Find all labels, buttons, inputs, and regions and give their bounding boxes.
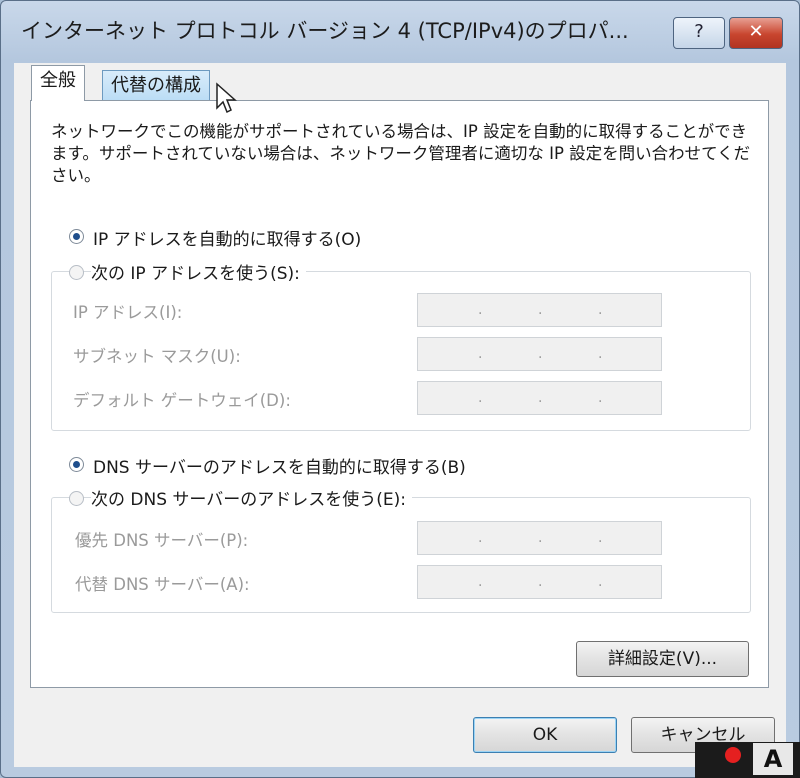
general-tab-panel: ネットワークでこの機能がサポートされている場合は、IP 設定を自動的に取得するこ… <box>30 100 769 688</box>
description-text: ネットワークでこの機能がサポートされている場合は、IP 設定を自動的に取得するこ… <box>51 122 751 185</box>
ip-address-field[interactable]: ... <box>417 293 662 327</box>
close-button[interactable]: ✕ <box>729 17 783 49</box>
ip-manual-label[interactable]: 次の IP アドレスを使う(S): <box>91 259 306 284</box>
tab-general[interactable]: 全般 <box>31 65 85 101</box>
alternate-dns-field[interactable]: ... <box>417 565 662 599</box>
preferred-dns-field[interactable]: ... <box>417 521 662 555</box>
properties-dialog: インターネット プロトコル バージョン 4 (TCP/IPv4)のプロパ... … <box>0 0 800 778</box>
mouse-cursor-icon <box>216 82 237 114</box>
subnet-mask-field[interactable]: ... <box>417 337 662 371</box>
tab-alternate-configuration[interactable]: 代替の構成 <box>102 70 210 102</box>
title-bar[interactable]: インターネット プロトコル バージョン 4 (TCP/IPv4)のプロパ... … <box>1 1 799 63</box>
ip-manual-radio[interactable] <box>69 265 84 280</box>
alternate-dns-label: 代替 DNS サーバー(A): <box>75 575 250 594</box>
default-gateway-label: デフォルト ゲートウェイ(D): <box>73 391 291 410</box>
advanced-button[interactable]: 詳細設定(V)... <box>576 641 749 677</box>
system-tray: A <box>695 742 800 778</box>
dialog-client-area: 全般 代替の構成 ネットワークでこの機能がサポートされている場合は、IP 設定を… <box>14 63 786 767</box>
input-method-icon[interactable]: A <box>753 743 793 775</box>
ok-button[interactable]: OK <box>473 717 617 753</box>
close-icon: ✕ <box>748 21 764 42</box>
subnet-mask-label: サブネット マスク(U): <box>73 347 241 366</box>
dns-auto-label[interactable]: DNS サーバーのアドレスを自動的に取得する(B) <box>93 453 466 478</box>
ip-address-label: IP アドレス(I): <box>73 303 183 322</box>
record-indicator-icon[interactable] <box>725 747 741 763</box>
preferred-dns-label: 優先 DNS サーバー(P): <box>75 531 249 550</box>
window-title: インターネット プロトコル バージョン 4 (TCP/IPv4)のプロパ... <box>21 19 629 43</box>
dns-manual-label[interactable]: 次の DNS サーバーのアドレスを使う(E): <box>91 485 412 510</box>
help-button[interactable]: ? <box>673 17 725 49</box>
dns-manual-radio[interactable] <box>69 491 84 506</box>
dns-auto-radio[interactable] <box>69 457 84 472</box>
ip-auto-radio[interactable] <box>69 229 84 244</box>
ip-auto-label[interactable]: IP アドレスを自動的に取得する(O) <box>93 225 361 250</box>
default-gateway-field[interactable]: ... <box>417 381 662 415</box>
